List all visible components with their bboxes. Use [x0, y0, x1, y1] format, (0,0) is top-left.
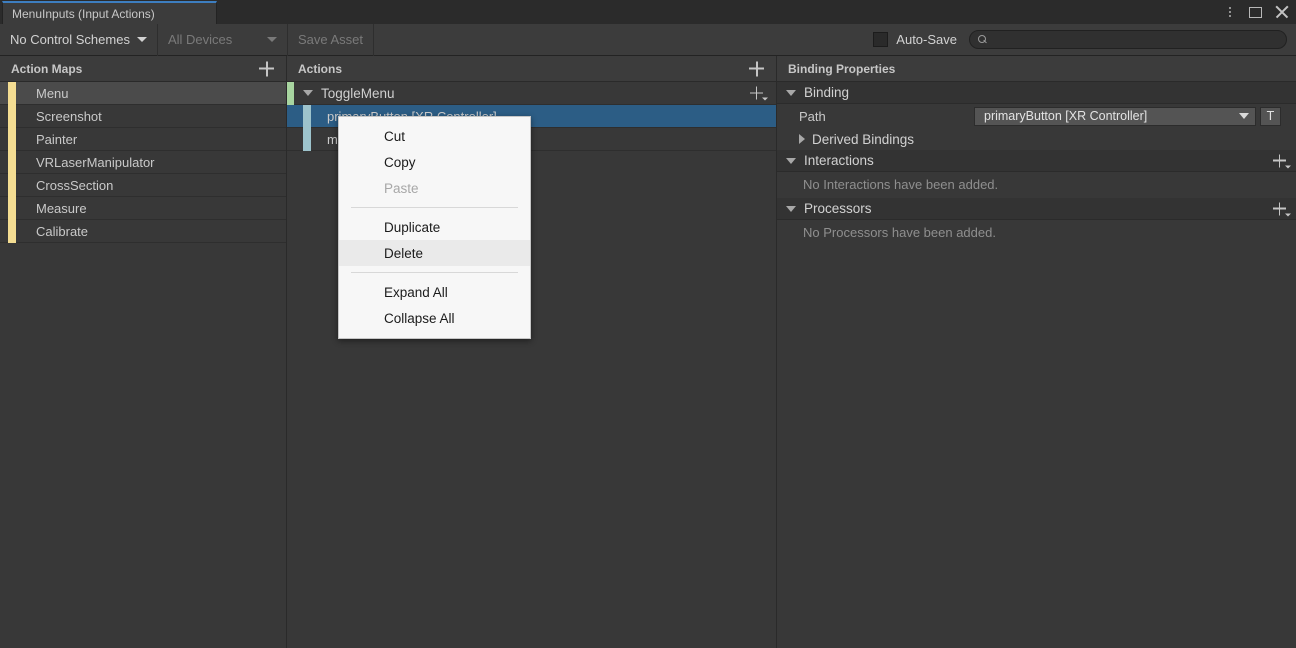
- auto-save-toggle[interactable]: Auto-Save: [873, 32, 969, 47]
- chevron-down-icon: [136, 37, 147, 42]
- chevron-down-icon: [762, 97, 768, 101]
- derived-bindings-row[interactable]: Derived Bindings: [777, 128, 1296, 150]
- chevron-down-icon: [1285, 165, 1291, 168]
- auto-save-checkbox[interactable]: [873, 32, 889, 47]
- action-map-row[interactable]: Calibrate: [0, 220, 286, 243]
- maximize-icon[interactable]: [1249, 6, 1262, 18]
- search-icon: [978, 35, 987, 44]
- processors-section-body: No Processors have been added.: [777, 220, 1296, 246]
- context-menu-separator: [351, 207, 518, 208]
- unity-input-actions-window: MenuInputs (Input Actions) No Control Sc…: [0, 0, 1296, 648]
- action-map-row[interactable]: CrossSection: [0, 174, 286, 197]
- action-map-row[interactable]: VRLaserManipulator: [0, 151, 286, 174]
- add-processor-button[interactable]: [1273, 202, 1291, 216]
- control-schemes-dropdown[interactable]: No Control Schemes: [0, 23, 158, 56]
- path-text-mode-label: T: [1266, 109, 1275, 123]
- window-controls: [1224, 0, 1289, 24]
- path-row: Path primaryButton [XR Controller] T: [777, 104, 1296, 128]
- context-menu-item[interactable]: Expand All: [339, 279, 530, 305]
- save-asset-button[interactable]: Save Asset: [288, 23, 374, 56]
- action-maps-list: Menu Screenshot Painter VRLaserManipulator C…: [0, 82, 286, 243]
- binding-section-header[interactable]: Binding: [777, 82, 1296, 104]
- chevron-down-icon: [1285, 213, 1291, 216]
- interactions-empty-text: No Interactions have been added.: [803, 177, 999, 192]
- context-menu-item[interactable]: Delete: [339, 240, 530, 266]
- context-menu-item: Paste: [384, 180, 419, 196]
- devices-dropdown[interactable]: All Devices: [158, 23, 288, 56]
- binding-properties-header: Binding Properties: [777, 56, 1296, 82]
- chevron-right-icon: [799, 134, 805, 144]
- tab-menuinputs[interactable]: MenuInputs (Input Actions): [2, 1, 217, 24]
- action-map-color-bar: [8, 105, 16, 128]
- binding-section-title: Binding: [804, 85, 850, 100]
- binding-properties-panel: Binding Properties Binding Path primaryB…: [777, 56, 1296, 648]
- add-interaction-button[interactable]: [1273, 154, 1291, 168]
- chevron-down-icon: [786, 89, 796, 96]
- auto-save-label: Auto-Save: [896, 32, 957, 47]
- binding-color-bar: [303, 128, 311, 151]
- action-maps-title: Action Maps: [11, 61, 83, 76]
- control-schemes-label: No Control Schemes: [10, 32, 130, 47]
- action-map-row[interactable]: Measure: [0, 197, 286, 220]
- context-menu-item[interactable]: Cut: [339, 123, 530, 149]
- action-color-bar: [287, 82, 294, 105]
- add-binding-button[interactable]: [750, 86, 768, 101]
- context-menu-item[interactable]: Collapse All: [339, 305, 530, 331]
- action-label: ToggleMenu: [321, 85, 395, 101]
- tab-label: MenuInputs (Input Actions): [12, 6, 155, 21]
- context-menu-item[interactable]: Copy: [339, 149, 530, 175]
- action-map-color-bar: [8, 197, 16, 220]
- devices-label: All Devices: [167, 32, 233, 47]
- interactions-section-header[interactable]: Interactions: [777, 150, 1296, 172]
- path-text-mode-button[interactable]: T: [1260, 106, 1281, 126]
- close-icon[interactable]: [1275, 5, 1289, 19]
- chevron-down-icon: [786, 157, 796, 164]
- processors-empty-text: No Processors have been added.: [803, 225, 996, 240]
- action-maps-panel: Action Maps Menu Screenshot Painter VRLaser…: [0, 56, 287, 648]
- action-map-row[interactable]: Painter: [0, 128, 286, 151]
- chevron-down-icon: [1239, 113, 1249, 119]
- add-action-button[interactable]: [749, 61, 764, 76]
- path-dropdown[interactable]: primaryButton [XR Controller]: [974, 106, 1256, 126]
- processors-section-header[interactable]: Processors: [777, 198, 1296, 220]
- action-map-label: CrossSection: [36, 177, 114, 193]
- path-label: Path: [799, 108, 826, 124]
- main-body: Action Maps Menu Screenshot Painter VRLaser…: [0, 56, 1296, 648]
- action-map-row[interactable]: Menu: [0, 82, 286, 105]
- chevron-down-icon[interactable]: [303, 90, 313, 96]
- path-value: primaryButton [XR Controller]: [984, 109, 1148, 123]
- action-map-color-bar: [8, 128, 16, 151]
- actions-header: Actions: [287, 56, 776, 82]
- processors-section-title: Processors: [804, 201, 872, 216]
- action-map-color-bar: [8, 174, 16, 197]
- search-input[interactable]: [987, 33, 1286, 46]
- action-map-color-bar: [8, 82, 16, 105]
- chevron-down-icon: [266, 37, 277, 42]
- action-map-color-bar: [8, 151, 16, 174]
- save-asset-label: Save Asset: [297, 32, 363, 47]
- action-map-label: VRLaserManipulator: [36, 154, 155, 170]
- window-tab-bar: MenuInputs (Input Actions): [0, 0, 1296, 24]
- add-action-map-button[interactable]: [259, 61, 274, 76]
- action-map-row[interactable]: Screenshot: [0, 105, 286, 128]
- interactions-section-body: No Interactions have been added.: [777, 172, 1296, 198]
- derived-bindings-label: Derived Bindings: [812, 131, 915, 147]
- interactions-section-title: Interactions: [804, 153, 874, 168]
- binding-properties-title: Binding Properties: [788, 61, 896, 76]
- action-maps-header: Action Maps: [0, 56, 286, 82]
- action-row[interactable]: ToggleMenu: [287, 82, 776, 105]
- context-menu-item[interactable]: Duplicate: [339, 214, 530, 240]
- context-menu: Cut Copy Paste Duplicate Delete Expand All Col…: [338, 116, 531, 339]
- binding-section-body: Path primaryButton [XR Controller] T Der…: [777, 104, 1296, 150]
- search-field[interactable]: [969, 30, 1287, 49]
- chevron-down-icon: [786, 205, 796, 212]
- actions-title: Actions: [298, 61, 343, 76]
- kebab-menu-icon[interactable]: [1224, 5, 1236, 19]
- binding-color-bar: [303, 105, 311, 128]
- action-map-color-bar: [8, 220, 16, 243]
- context-menu-separator: [351, 272, 518, 273]
- toolbar: No Control Schemes All Devices Save Asse…: [0, 23, 1296, 56]
